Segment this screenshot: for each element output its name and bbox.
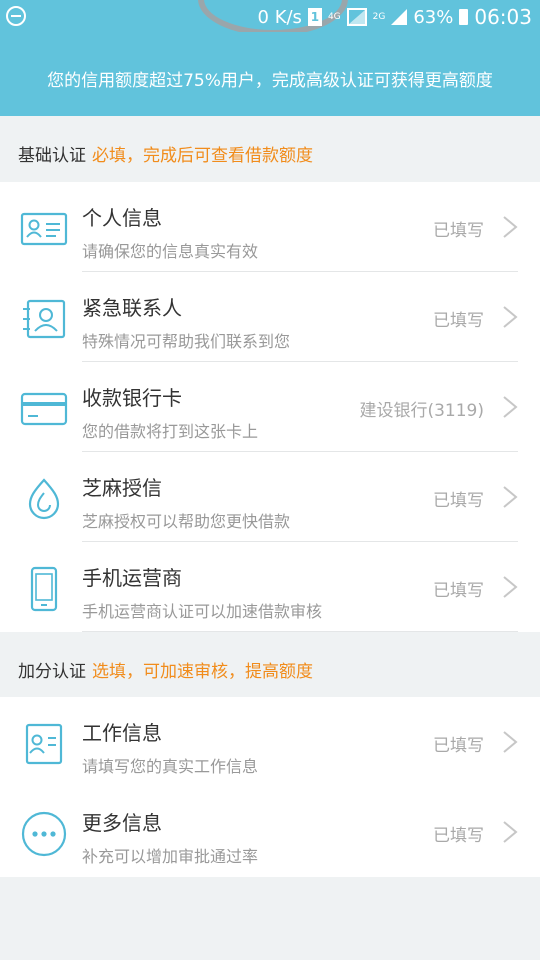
chevron-right-icon	[503, 396, 518, 418]
basic-section-label: 基础认证	[18, 146, 86, 166]
basic-section-hint: 必填，完成后可查看借款额度	[92, 146, 313, 166]
item-subtitle: 芝麻授权可以帮助您更快借款	[82, 512, 291, 531]
sim-indicator: 1	[307, 8, 322, 26]
item-status: 已填写	[433, 311, 484, 331]
item-title: 收款银行卡	[82, 386, 182, 410]
credit-banner: 您的信用额度超过75%用户，完成高级认证可获得更高额度	[0, 32, 540, 116]
item-title: 芝麻授信	[82, 476, 162, 500]
item-status: 已填写	[433, 826, 484, 846]
network-4g-label: 4G	[327, 11, 341, 22]
chevron-right-icon	[503, 821, 518, 843]
item-subtitle: 您的借款将打到这张卡上	[82, 422, 259, 441]
work-info-icon	[25, 723, 63, 765]
id-card-icon	[20, 212, 68, 246]
chevron-right-icon	[503, 731, 518, 753]
item-subtitle: 请确保您的信息真实有效	[82, 242, 259, 261]
minus-circle-icon	[6, 6, 26, 26]
basic-cert-list: 个人信息 请确保您的信息真实有效 已填写 紧急联系人 特殊情况可帮助我们联系到您…	[0, 182, 540, 632]
item-subtitle: 补充可以增加审批通过率	[82, 847, 259, 866]
item-title: 工作信息	[82, 721, 162, 745]
signal-4g-icon	[346, 8, 367, 26]
chevron-right-icon	[503, 216, 518, 238]
item-title: 紧急联系人	[82, 296, 182, 320]
chevron-right-icon	[503, 306, 518, 328]
battery-percent: 63%	[413, 6, 454, 28]
item-subtitle: 手机运营商认证可以加速借款审核	[82, 602, 323, 621]
list-item-emergency-contact[interactable]: 紧急联系人 特殊情况可帮助我们联系到您 已填写	[0, 272, 540, 362]
sesame-icon	[28, 478, 60, 520]
list-item-sesame-credit[interactable]: 芝麻授信 芝麻授权可以帮助您更快借款 已填写	[0, 452, 540, 542]
item-title: 个人信息	[82, 206, 162, 230]
signal-2g-icon	[391, 9, 408, 25]
clock: 06:03	[474, 5, 532, 29]
item-subtitle: 请填写您的真实工作信息	[82, 757, 259, 776]
list-item-personal-info[interactable]: 个人信息 请确保您的信息真实有效 已填写	[0, 182, 540, 272]
list-item-bank-card[interactable]: 收款银行卡 您的借款将打到这张卡上 建设银行(3119)	[0, 362, 540, 452]
chevron-right-icon	[503, 576, 518, 598]
bonus-section-label: 加分认证	[18, 662, 86, 682]
battery-icon	[459, 9, 469, 25]
network-speed: 0 K/s	[257, 6, 302, 28]
chevron-right-icon	[503, 486, 518, 508]
status-bar: 0 K/s 1 4G 2G 63% 06:03	[0, 0, 540, 36]
status-right: 0 K/s 1 4G 2G 63% 06:03	[258, 5, 532, 29]
more-info-icon	[21, 811, 67, 857]
item-subtitle: 特殊情况可帮助我们联系到您	[82, 332, 291, 351]
item-status: 已填写	[433, 491, 484, 511]
item-status: 建设银行(3119)	[359, 401, 484, 421]
contact-icon	[23, 299, 66, 339]
item-title: 手机运营商	[82, 566, 182, 590]
bank-card-icon	[20, 392, 68, 426]
mobile-phone-icon	[30, 566, 58, 612]
basic-section-header: 基础认证 必填，完成后可查看借款额度	[0, 116, 540, 184]
bonus-cert-list: 工作信息 请填写您的真实工作信息 已填写 更多信息 补充可以增加审批通过率 已填…	[0, 697, 540, 877]
list-item-more-info[interactable]: 更多信息 补充可以增加审批通过率 已填写	[0, 787, 540, 877]
bonus-section-header: 加分认证 选填，可加速审核，提高额度	[0, 632, 540, 700]
item-status: 已填写	[433, 736, 484, 756]
bonus-section-hint: 选填，可加速审核，提高额度	[92, 662, 313, 682]
item-status: 已填写	[433, 221, 484, 241]
network-2g-label: 2G	[372, 11, 386, 22]
list-item-mobile-carrier[interactable]: 手机运营商 手机运营商认证可以加速借款审核 已填写	[0, 542, 540, 632]
list-item-work-info[interactable]: 工作信息 请填写您的真实工作信息 已填写	[0, 697, 540, 787]
item-status: 已填写	[433, 581, 484, 601]
item-title: 更多信息	[82, 811, 162, 835]
